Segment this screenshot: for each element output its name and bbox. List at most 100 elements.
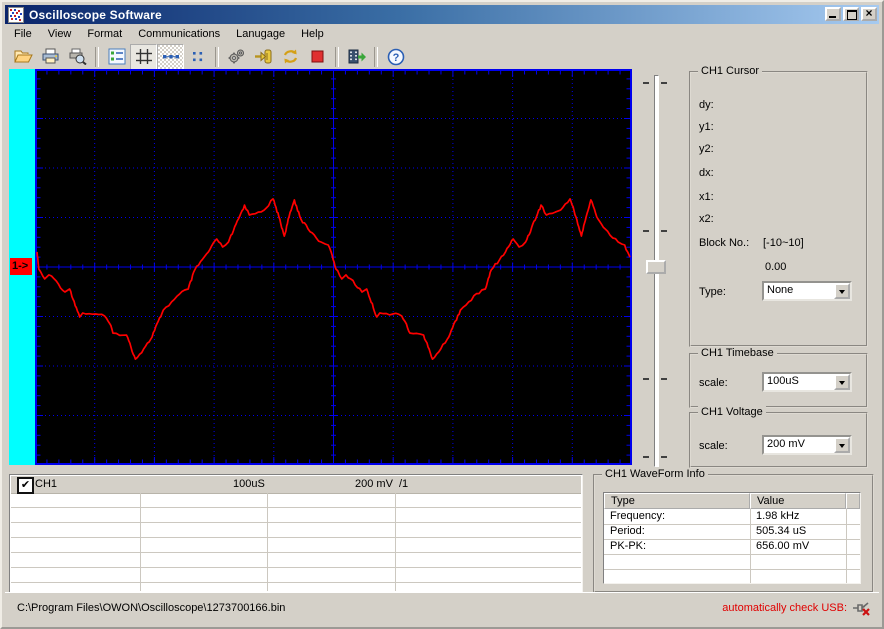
voltage-scale-value: 200 mV — [767, 438, 805, 450]
cursor-field-x2: x2: — [699, 213, 714, 225]
help-button[interactable]: ? — [382, 44, 409, 70]
ch1-timebase-title: CH1 Timebase — [698, 347, 777, 359]
channel-list-button[interactable] — [103, 44, 130, 70]
help-icon: ? — [387, 48, 404, 65]
toolbar-separator — [95, 46, 99, 67]
cursor-field-x1: x1: — [699, 191, 714, 203]
statusbar: C:\Program Files\OWON\Oscilloscope\12737… — [5, 592, 879, 624]
close-button[interactable]: × — [861, 6, 877, 21]
svg-text:?: ? — [392, 52, 399, 64]
cursor-field-dy: dy: — [699, 99, 714, 111]
slider-tick — [643, 230, 649, 232]
menu-lanugage[interactable]: Lanugage — [228, 26, 293, 42]
print-icon — [42, 48, 59, 64]
export-record-button[interactable] — [343, 44, 370, 70]
channel1-position-marker[interactable]: 1-> — [10, 258, 32, 275]
menu-format[interactable]: Format — [79, 26, 130, 42]
slider-tick — [661, 230, 667, 232]
app-window: Oscilloscope Software × File View Format… — [0, 0, 884, 629]
menubar: File View Format Communications Lanugage… — [6, 25, 878, 43]
slider-tick — [661, 456, 667, 458]
channel-list-empty-rows[interactable] — [11, 493, 581, 591]
chevron-down-icon — [839, 289, 845, 297]
ch1-waveform-info-group: CH1 WaveForm Info Type Value Frequency: … — [593, 468, 874, 593]
cursor-type-dropdown[interactable]: None — [762, 281, 852, 301]
info-type: Frequency: — [610, 510, 666, 522]
minimize-icon — [829, 16, 836, 18]
block-no-label: Block No.: — [699, 237, 750, 249]
column-header-spacer — [846, 493, 860, 509]
table-row-period: Period: 505.34 uS — [604, 524, 860, 540]
titlebar[interactable]: Oscilloscope Software × — [5, 5, 879, 24]
maximize-icon — [847, 10, 857, 20]
ch1-voltage-group: CH1 Voltage scale: 200 mV — [689, 406, 868, 468]
toolbar-separator — [215, 46, 219, 67]
cursor-field-y2: y2: — [699, 143, 714, 155]
scope-plot[interactable] — [35, 69, 632, 465]
slider-tick — [643, 378, 649, 380]
slider-tick — [643, 82, 649, 84]
timebase-scale-value: 100uS — [767, 375, 799, 387]
ch1-cursor-group: CH1 Cursor dy: y1: y2: dx: x1: x2: Block… — [689, 65, 868, 347]
channel-voltage: 200 mV — [355, 478, 393, 490]
column-header-value[interactable]: Value — [750, 493, 846, 509]
column-header-type[interactable]: Type — [604, 493, 750, 509]
channel-row-ch1[interactable]: ✔ CH1 100uS 200 mV /1 — [11, 476, 581, 494]
cursor-type-value: None — [767, 284, 794, 296]
dashed-line-toggle-button[interactable] — [157, 43, 184, 70]
info-value: 505.34 uS — [756, 525, 807, 537]
open-file-button[interactable] — [10, 44, 37, 70]
ch1-enabled-checkbox[interactable]: ✔ — [17, 477, 34, 494]
settings-gears-button[interactable] — [223, 44, 250, 70]
refresh-icon — [283, 49, 298, 64]
print-preview-icon — [69, 48, 87, 65]
maximize-button[interactable] — [843, 7, 859, 21]
info-type: PK-PK: — [610, 540, 647, 552]
open-file-path: C:\Program Files\OWON\Oscilloscope\12737… — [17, 602, 286, 614]
table-row-empty — [604, 569, 860, 583]
stop-icon — [311, 50, 324, 63]
close-icon: × — [865, 6, 873, 20]
slider-tick — [661, 82, 667, 84]
cursor-type-dropdown-button[interactable] — [834, 283, 850, 299]
timebase-dropdown-button[interactable] — [834, 374, 850, 390]
grid-toggle-button[interactable] — [130, 43, 157, 70]
timebase-scale-dropdown[interactable]: 100uS — [762, 372, 852, 392]
settings-gears-icon — [228, 49, 244, 64]
block-no-range: [-10~10] — [763, 237, 804, 249]
menu-communications[interactable]: Communications — [130, 26, 228, 42]
menu-view[interactable]: View — [40, 26, 80, 42]
channel-name: CH1 — [35, 478, 58, 490]
chevron-down-icon — [839, 443, 845, 451]
stop-button[interactable] — [304, 44, 331, 70]
usb-disconnected-icon — [853, 602, 870, 616]
minimize-button[interactable] — [825, 7, 841, 21]
position-slider-thumb[interactable] — [646, 260, 666, 274]
voltage-scale-label: scale: — [699, 440, 728, 452]
voltage-scale-dropdown[interactable]: 200 mV — [762, 435, 852, 455]
ch1-voltage-title: CH1 Voltage — [698, 406, 766, 418]
channel-list-panel: ✔ CH1 100uS 200 mV /1 — [9, 474, 583, 593]
voltage-dropdown-button[interactable] — [834, 437, 850, 453]
connect-device-button[interactable] — [250, 44, 277, 70]
toolbar-separator — [374, 46, 378, 67]
refresh-button[interactable] — [277, 44, 304, 70]
column-divider — [750, 509, 751, 583]
dots-display-button[interactable] — [184, 44, 211, 70]
cursor-type-label: Type: — [699, 286, 726, 298]
ch1-cursor-title: CH1 Cursor — [698, 65, 763, 77]
print-button[interactable] — [37, 44, 64, 70]
info-type: Period: — [610, 525, 645, 537]
column-divider — [846, 509, 847, 583]
menu-help[interactable]: Help — [293, 26, 332, 42]
menu-file[interactable]: File — [6, 26, 40, 42]
slider-tick — [643, 456, 649, 458]
channel-probe: /1 — [399, 478, 409, 490]
column-divider — [140, 493, 141, 591]
column-divider — [267, 493, 268, 591]
waveform-info-title: CH1 WaveForm Info — [602, 468, 708, 480]
window-title: Oscilloscope Software — [29, 7, 162, 22]
print-preview-button[interactable] — [64, 44, 91, 70]
block-no-value: 0.00 — [765, 261, 787, 273]
cursor-field-y1: y1: — [699, 121, 714, 133]
